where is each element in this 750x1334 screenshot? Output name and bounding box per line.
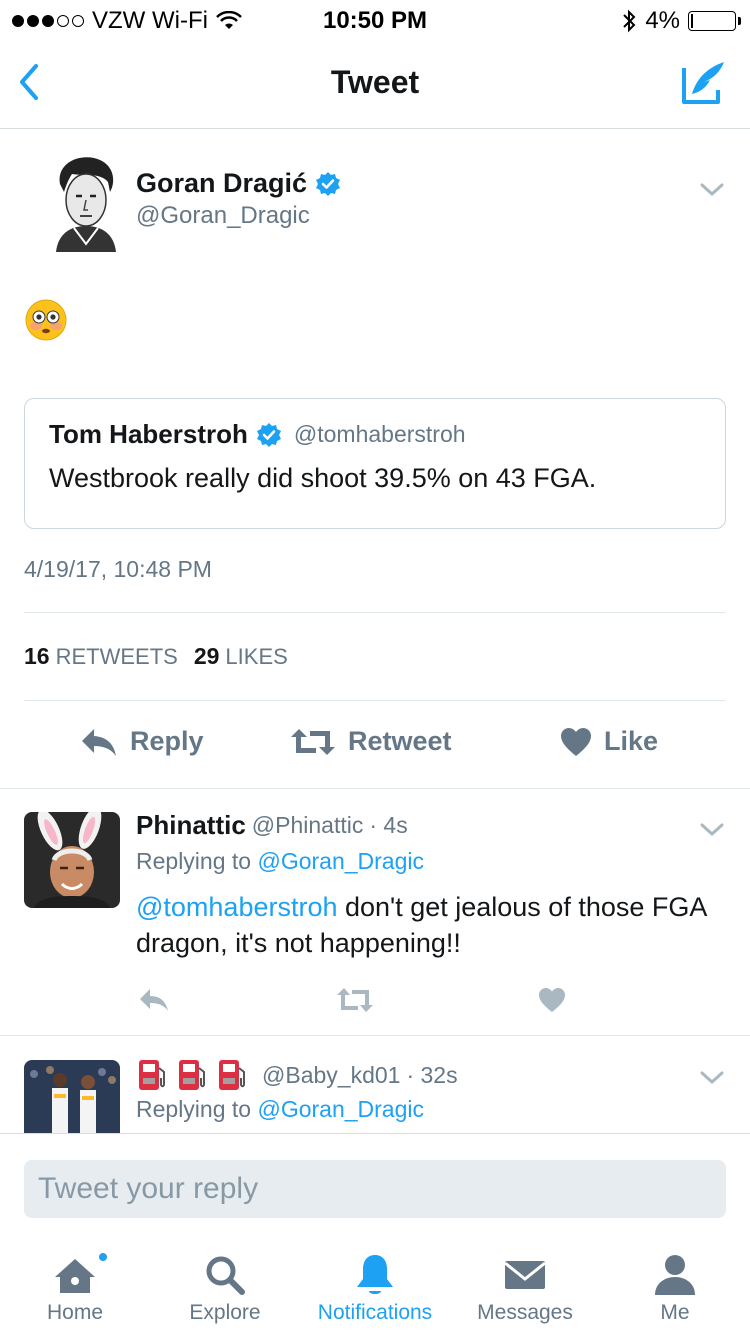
reply-time: · 4s: [369, 812, 408, 838]
author-name-text: Goran Dragić: [136, 168, 308, 198]
author-name[interactable]: Goran Dragić: [136, 168, 341, 199]
retweets-count: 16: [24, 643, 50, 669]
tab-me[interactable]: Me: [600, 1245, 750, 1334]
chevron-down-icon[interactable]: [698, 180, 726, 200]
quoted-author: Tom Haberstroh @tomhaberstroh: [49, 419, 466, 450]
avatar[interactable]: [42, 152, 128, 252]
reply-header: @Baby_kd01 · 32s: [136, 1058, 458, 1092]
status-right: 4%: [621, 7, 741, 35]
retweets-label: RETWEETS: [55, 644, 178, 669]
battery-level: [691, 14, 693, 28]
compose-icon: [682, 62, 724, 104]
tab-label: Me: [660, 1301, 690, 1324]
fuel-pump-icon: [139, 1060, 165, 1090]
navigation-bar: Tweet: [0, 40, 750, 129]
tab-label: Messages: [477, 1301, 573, 1324]
person-icon: [655, 1255, 695, 1295]
battery-percent: 4%: [645, 7, 680, 34]
reply-header: Phinattic @Phinattic · 4s: [136, 810, 408, 841]
reply-text: @tomhaberstroh don't get jealous of thos…: [136, 889, 716, 961]
quoted-tweet-card[interactable]: Tom Haberstroh @tomhaberstroh Westbrook …: [24, 398, 726, 529]
replying-to-link[interactable]: @Goran_Dragic: [257, 848, 424, 874]
likes-count: 29: [193, 643, 220, 669]
envelope-icon: [504, 1261, 546, 1289]
divider: [24, 612, 726, 613]
avatar[interactable]: [24, 812, 120, 908]
tab-notifications[interactable]: Notifications: [300, 1245, 450, 1334]
reply-tweet[interactable]: Phinattic @Phinattic · 4s Replying to @G…: [0, 788, 750, 1034]
tab-messages[interactable]: Messages: [450, 1245, 600, 1334]
tab-bar: Home Explore Notifications Messages Me: [0, 1245, 750, 1334]
bluetooth-icon: [623, 9, 636, 33]
quoted-author-name: Tom Haberstroh: [49, 419, 248, 449]
reply-icon[interactable]: [138, 986, 170, 1014]
retweet-icon[interactable]: [336, 986, 374, 1014]
heart-icon[interactable]: [538, 986, 566, 1014]
tab-label: Home: [46, 1301, 104, 1324]
likes-label: LIKES: [225, 644, 288, 669]
status-bar: VZW Wi-Fi 10:50 PM 4%: [0, 0, 750, 40]
bell-icon: [357, 1255, 393, 1294]
reply-label: Reply: [130, 726, 204, 756]
reply-input[interactable]: [24, 1160, 726, 1218]
tab-home[interactable]: Home: [0, 1245, 150, 1334]
heart-icon: [561, 727, 591, 756]
like-label: Like: [604, 726, 659, 756]
home-icon: [55, 1259, 95, 1293]
replying-to-prefix: Replying to: [136, 848, 252, 874]
notification-dot: [97, 1251, 109, 1263]
reply-author-handle: @Baby_kd01: [262, 1061, 401, 1088]
compose-button[interactable]: [680, 58, 728, 106]
chevron-down-icon[interactable]: [698, 820, 726, 840]
fuel-pump-emoji[interactable]: [136, 1058, 248, 1092]
reply-author-name[interactable]: Phinattic: [136, 810, 246, 841]
page-title: Tweet: [330, 64, 420, 100]
verified-badge-icon: [256, 422, 281, 447]
reply-button[interactable]: Reply: [80, 726, 204, 757]
tab-explore[interactable]: Explore: [150, 1245, 300, 1334]
retweet-button[interactable]: Retweet: [290, 726, 452, 757]
like-button[interactable]: Like: [560, 726, 658, 757]
replying-to-link[interactable]: @Goran_Dragic: [257, 1096, 424, 1122]
tab-label: Explore: [189, 1301, 261, 1324]
retweet-icon: [291, 728, 335, 755]
verified-badge-icon: [316, 171, 341, 196]
fuel-pump-icon: [179, 1060, 205, 1090]
search-icon: [206, 1256, 245, 1295]
flushed-face-emoji: [25, 299, 67, 341]
divider: [24, 700, 726, 701]
mention-link[interactable]: @tomhaberstroh: [136, 892, 338, 922]
retweet-label: Retweet: [348, 726, 452, 756]
reply-icon: [82, 728, 116, 756]
replying-to: Replying to @Goran_Dragic: [136, 848, 424, 875]
author-handle: @Goran_Dragic: [136, 202, 310, 229]
replying-to-prefix: Replying to: [136, 1096, 252, 1122]
reply-composer: [0, 1133, 750, 1245]
reply-author-handle: @Phinattic: [251, 812, 364, 838]
quoted-tweet-text: Westbrook really did shoot 39.5% on 43 F…: [49, 463, 597, 493]
reply-time: · 32s: [406, 1061, 458, 1088]
quoted-author-handle: @tomhaberstroh: [293, 421, 466, 447]
tweet-header: Goran Dragić @Goran_Dragic: [24, 152, 726, 252]
chevron-down-icon[interactable]: [698, 1068, 726, 1088]
tweet-stats: 16 RETWEETS 29 LIKES: [24, 643, 288, 670]
tab-label: Notifications: [317, 1301, 433, 1324]
fuel-pump-icon: [219, 1060, 245, 1090]
replying-to: Replying to @Goran_Dragic: [136, 1096, 424, 1123]
reply-tweet[interactable]: @Baby_kd01 · 32s Replying to @Goran_Drag…: [0, 1036, 750, 1133]
retweets-stat[interactable]: 16 RETWEETS: [24, 643, 178, 670]
avatar[interactable]: [24, 1060, 120, 1133]
battery-icon: [688, 11, 741, 31]
tweet-timestamp: 4/19/17, 10:48 PM: [24, 556, 212, 582]
likes-stat[interactable]: 29 LIKES: [194, 643, 288, 670]
